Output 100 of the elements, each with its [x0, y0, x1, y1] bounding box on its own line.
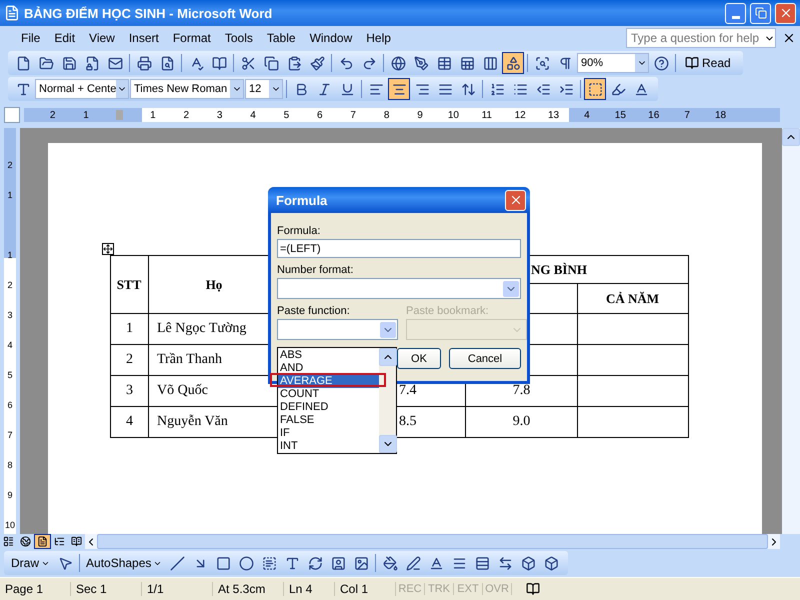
menu-item[interactable]: Format [166, 29, 218, 47]
restore-button[interactable] [750, 2, 771, 24]
app-icon [4, 5, 20, 21]
table-cell: 9.0 [466, 406, 578, 438]
ruler-number: 6 [316, 110, 324, 120]
italic-icon [316, 82, 332, 96]
list-item[interactable]: COUNT [278, 388, 379, 401]
number-format-select[interactable] [277, 278, 521, 299]
copy-icon [264, 56, 278, 70]
ruler-number: 15 [614, 110, 627, 120]
tab-selector[interactable] [4, 107, 20, 123]
ruler-number: 3 [216, 110, 224, 120]
ruler-number: 7 [349, 110, 357, 120]
insert-table-icon [436, 56, 452, 70]
status-text: Ln 4 [284, 582, 335, 596]
help-search-field[interactable]: Type a question for help [626, 28, 776, 48]
table-cell: 4 [110, 406, 148, 438]
borders-button[interactable] [584, 78, 606, 100]
email-icon [108, 56, 122, 70]
styles-icon [16, 82, 30, 96]
normal-view-icon [3, 536, 14, 547]
oval-icon [238, 556, 254, 570]
align-left-icon [368, 82, 384, 96]
menu-item[interactable]: Help [359, 29, 398, 47]
close-document-icon[interactable] [782, 31, 796, 45]
ruler-number: 2 [6, 279, 14, 292]
wordart-icon [284, 556, 300, 570]
menu-item[interactable]: Insert [122, 29, 166, 47]
read-button[interactable]: Read [679, 52, 737, 74]
ruler-number: 8 [382, 110, 390, 120]
menu-item[interactable]: Window [302, 29, 360, 47]
menu-item[interactable]: Table [260, 29, 303, 47]
ruler-number: 1 [6, 249, 14, 262]
paste-icon [286, 56, 302, 70]
ruler-number: 1 [82, 110, 90, 120]
print-view-button[interactable] [34, 534, 51, 549]
status-text: Sec 1 [71, 582, 142, 596]
menu-item[interactable]: View [82, 29, 122, 47]
font-select[interactable]: Times New Roman [130, 79, 244, 99]
window-title: BẢNG ĐIỂM HỌC SINH - Microsoft Word [24, 6, 274, 20]
ruler-number: 2 [48, 110, 56, 120]
cancel-button[interactable]: Cancel [449, 348, 521, 369]
autoshapes-menu-button[interactable]: AutoShapes [83, 552, 166, 574]
menu-item[interactable]: Edit [47, 29, 82, 47]
document-map-icon [534, 56, 550, 70]
menu-item[interactable]: File [14, 29, 48, 47]
scroll-up-button[interactable] [782, 128, 800, 146]
status-text: 1/1 [142, 582, 213, 596]
underline-icon [340, 82, 354, 96]
ruler-number: 13 [546, 110, 560, 120]
pointer-icon [58, 556, 73, 570]
ruler-number: 2 [6, 159, 14, 172]
ruler-number: 10 [4, 519, 16, 532]
table-header-cell: STT [110, 256, 148, 314]
zoom-select[interactable]: 90% [577, 53, 649, 73]
print-icon [136, 56, 152, 70]
drawing-button[interactable] [502, 52, 524, 74]
draw-menu-button[interactable]: Draw [8, 552, 54, 574]
ruler-number: 5 [6, 369, 14, 382]
font-color-icon [634, 82, 648, 96]
research-icon [212, 56, 226, 70]
menu-item[interactable]: Tools [218, 29, 260, 47]
close-button[interactable] [505, 190, 526, 210]
ruler-number: 9 [6, 489, 14, 502]
table-header-cell: CẢ NĂM [578, 284, 688, 314]
table-cell: 3 [110, 376, 148, 406]
folder-icon [38, 56, 54, 70]
align-center-button[interactable] [388, 78, 410, 100]
text-box-icon [262, 556, 277, 570]
line-style-icon [452, 556, 467, 570]
list-item[interactable]: FALSE [278, 414, 379, 427]
ruler-number: 7 [6, 429, 14, 442]
table-cell: 2 [110, 344, 148, 376]
scroll-down-button[interactable] [379, 435, 397, 453]
web-view-icon [20, 536, 31, 547]
ruler-number: 16 [647, 110, 660, 120]
style-select[interactable]: Normal + Cente [35, 79, 129, 99]
rows-icon [474, 556, 490, 570]
ruler-number: 4 [6, 339, 14, 352]
list-item[interactable]: AND [278, 362, 379, 375]
table-move-icon[interactable] [102, 243, 114, 255]
diagram-icon [308, 556, 323, 570]
increase-indent-icon [558, 82, 574, 96]
ok-button[interactable]: OK [397, 348, 441, 369]
list-item[interactable]: DEFINED [278, 401, 379, 414]
scroll-up-button[interactable] [379, 348, 397, 366]
margin-marker [116, 110, 123, 120]
list-item[interactable]: IF [278, 427, 379, 440]
list-item[interactable]: ABS [278, 349, 379, 362]
ruler-number: 8 [6, 459, 14, 472]
list-item[interactable]: INT [278, 440, 379, 453]
table-cell: 1 [110, 314, 148, 344]
minimize-button[interactable] [725, 2, 746, 24]
cut-icon [240, 56, 256, 70]
arrow-style-icon [498, 556, 513, 570]
font-size-select[interactable]: 12 [245, 79, 283, 99]
close-button[interactable] [775, 2, 796, 24]
paste-function-select[interactable] [277, 319, 398, 340]
align-justify-icon [438, 82, 452, 96]
formula-field[interactable]: =(LEFT) [277, 239, 521, 258]
